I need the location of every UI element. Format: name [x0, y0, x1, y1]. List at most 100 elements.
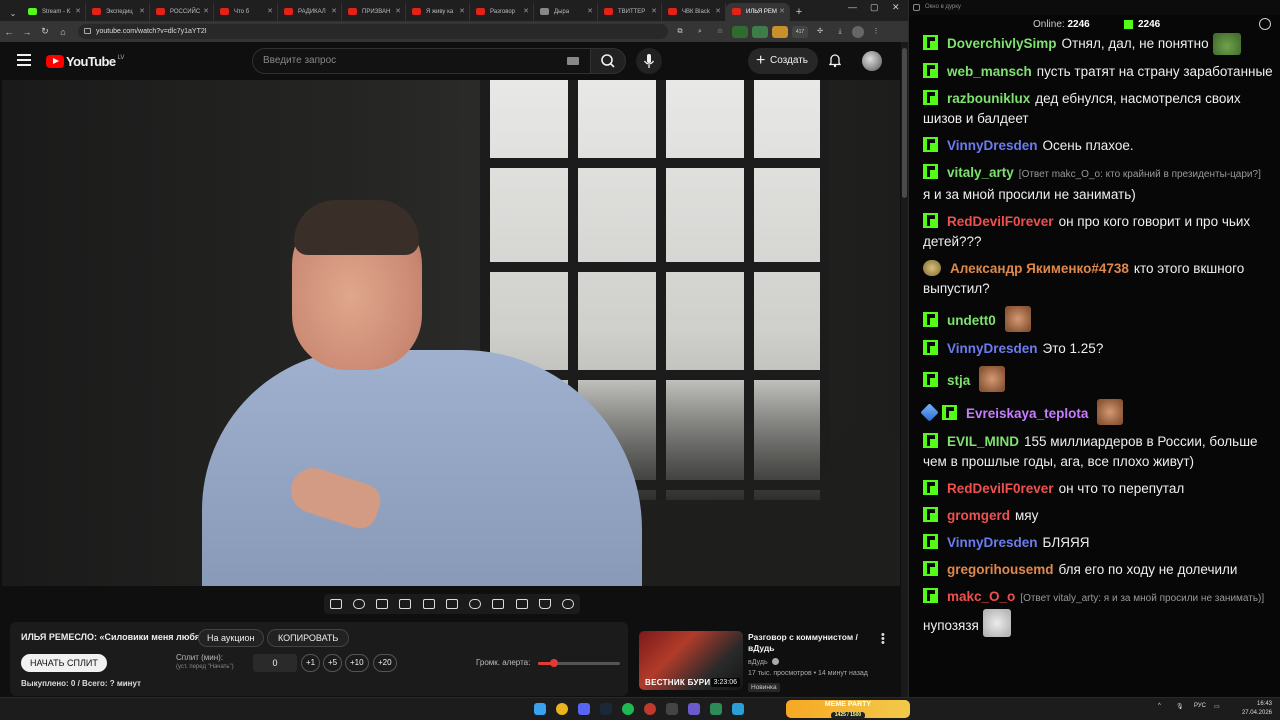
broadcast-icon[interactable] — [352, 599, 365, 609]
add-frame-icon[interactable] — [492, 599, 505, 609]
close-tab-icon[interactable]: ✕ — [715, 3, 721, 21]
chat-username[interactable]: vitaly_arty — [947, 165, 1014, 180]
chat-username[interactable]: DoverchivlySimp — [947, 36, 1057, 51]
alert-volume-slider[interactable] — [538, 659, 620, 667]
chat-username[interactable]: razbouniklux — [947, 91, 1030, 106]
more-actions-icon[interactable]: • • • — [881, 630, 885, 649]
telegram-icon[interactable] — [732, 703, 744, 715]
close-tab-icon[interactable]: ✕ — [395, 3, 401, 21]
browser-tab[interactable]: ТВИТТЕР ✕ — [598, 3, 662, 21]
close-tab-icon[interactable]: ✕ — [203, 3, 209, 21]
recommended-thumbnail[interactable]: ВЕСТНИК БУРИ 3:23:06 — [639, 631, 743, 690]
loop-icon[interactable] — [329, 599, 342, 609]
home-button[interactable]: ⌂ — [54, 27, 72, 37]
add-5-button[interactable]: +5 — [323, 654, 343, 672]
app-icon[interactable] — [710, 703, 722, 715]
video-player[interactable] — [2, 80, 900, 586]
guide-menu-icon[interactable] — [17, 54, 31, 66]
address-bar[interactable]: youtube.com/watch?v=dlc7y1aYT2I — [78, 24, 668, 39]
chat-username[interactable]: stja — [947, 373, 970, 388]
extension-icon[interactable] — [772, 25, 788, 38]
copy-button[interactable]: КОПИРОВАТЬ — [267, 629, 350, 647]
tab-search-icon[interactable]: ⌄ — [4, 9, 22, 18]
browser-tab[interactable]: Что б ✕ — [214, 3, 278, 21]
chat-username[interactable]: gromgerd — [947, 508, 1010, 523]
cinema-icon[interactable] — [376, 599, 389, 609]
discord-icon[interactable] — [578, 703, 590, 715]
recommended-channel[interactable]: вДудь — [748, 658, 779, 666]
forward-button[interactable]: → — [18, 27, 36, 37]
chat-username[interactable]: VinnyDresden — [947, 341, 1038, 356]
chat-username[interactable]: VinnyDresden — [947, 138, 1038, 153]
chrome-icon[interactable] — [556, 703, 568, 715]
browser-tab[interactable]: Дыра ✕ — [534, 3, 598, 21]
browser-tab[interactable]: ИЛЬЯ РЕМ ✕ — [726, 3, 790, 21]
browser-tab[interactable]: РАДИКАЛ ✕ — [278, 3, 342, 21]
cast-icon[interactable]: ⧉ — [672, 26, 688, 38]
close-tab-icon[interactable]: ✕ — [331, 3, 337, 21]
steam-icon[interactable] — [600, 703, 612, 715]
extension-icon[interactable] — [752, 25, 768, 38]
start-split-button[interactable]: НАЧАТЬ СПЛИТ — [21, 654, 107, 672]
keyboard-icon[interactable] — [567, 57, 579, 65]
browser-tab[interactable]: Экспедиц ✕ — [86, 3, 150, 21]
close-tab-icon[interactable]: ✕ — [523, 3, 529, 21]
zoom-icon[interactable]: ⌕ — [692, 26, 708, 38]
chat-username[interactable]: EVIL_MIND — [947, 434, 1019, 449]
chat-username[interactable]: undett0 — [947, 313, 996, 328]
tray-chevron-icon[interactable]: ^ — [1158, 703, 1161, 709]
close-tab-icon[interactable]: ✕ — [651, 3, 657, 21]
clock-icon[interactable] — [1259, 18, 1271, 30]
create-button[interactable]: + Создать — [748, 48, 818, 74]
browser-tab[interactable]: ЧВК Black ✕ — [662, 3, 726, 21]
system-clock[interactable]: 16:43 27.04.2026 — [1236, 700, 1272, 718]
extension-icon[interactable] — [732, 25, 748, 38]
browser-tab[interactable]: Stream - K ✕ — [22, 3, 86, 21]
network-icon[interactable]: ▭ — [1214, 703, 1220, 710]
new-tab-button[interactable]: + — [790, 3, 808, 21]
back-button[interactable]: ← — [0, 27, 18, 37]
search-button[interactable] — [590, 48, 626, 74]
account-avatar[interactable] — [862, 51, 882, 71]
youtube-logo[interactable]: YouTube LV — [46, 54, 124, 69]
extension-badge[interactable]: 417 — [792, 25, 808, 38]
browser-tab[interactable]: ПРИЗВАН ✕ — [342, 3, 406, 21]
close-tab-icon[interactable]: ✕ — [587, 3, 593, 21]
add-1-button[interactable]: +1 — [301, 654, 321, 672]
split-minutes-input[interactable]: 0 — [253, 654, 297, 672]
close-tab-icon[interactable]: ✕ — [779, 3, 785, 21]
page-scrollbar[interactable] — [901, 42, 908, 697]
chat-username[interactable]: web_mansch — [947, 64, 1032, 79]
browser-tab[interactable]: Разговор ✕ — [470, 3, 534, 21]
film-icon[interactable] — [399, 599, 412, 609]
theater-icon[interactable] — [445, 599, 458, 609]
chat-username[interactable]: makc_O_o — [947, 589, 1015, 604]
app-icon[interactable] — [666, 703, 678, 715]
profile-avatar[interactable] — [852, 25, 864, 38]
microphone-tray-icon[interactable]: 🎙 — [1176, 703, 1184, 710]
auction-button[interactable]: На аукцион — [198, 629, 264, 647]
screenshot-icon[interactable] — [515, 599, 528, 609]
close-window-button[interactable]: ✕ — [892, 2, 900, 13]
browser-tab[interactable]: Я живу ка ✕ — [406, 3, 470, 21]
site-info-icon[interactable] — [84, 28, 91, 34]
chat-username[interactable]: RedDevilF0rever — [947, 481, 1054, 496]
spotify-icon[interactable] — [622, 703, 634, 715]
meme-party-widget[interactable]: MEME PARTY 1425 / 1500 — [786, 700, 910, 719]
close-tab-icon[interactable]: ✕ — [139, 3, 145, 21]
gear-icon[interactable] — [562, 599, 575, 609]
close-tab-icon[interactable]: ✕ — [267, 3, 273, 21]
obs-icon[interactable] — [644, 703, 656, 715]
extensions-puzzle-icon[interactable]: ✣ — [812, 26, 828, 38]
search-input[interactable]: Введите запрос — [252, 48, 592, 74]
language-indicator[interactable]: РУС — [1194, 703, 1206, 709]
chat-username[interactable]: RedDevilF0rever — [947, 214, 1054, 229]
browser-tab[interactable]: РОССИЙС ✕ — [150, 3, 214, 21]
reload-button[interactable]: ↻ — [36, 26, 54, 37]
flask-icon[interactable] — [539, 599, 552, 609]
start-windows-icon[interactable] — [534, 703, 546, 715]
chat-username[interactable]: gregorihousemd — [947, 562, 1054, 577]
minimize-button[interactable]: — — [848, 2, 857, 12]
add-10-button[interactable]: +10 — [345, 654, 369, 672]
add-20-button[interactable]: +20 — [373, 654, 397, 672]
